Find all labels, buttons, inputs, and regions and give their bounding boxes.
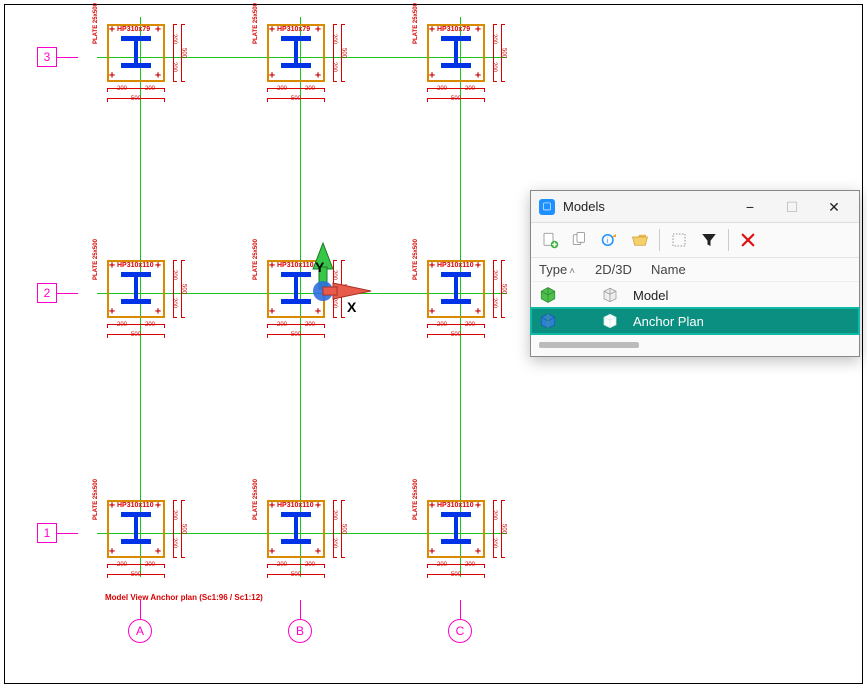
baseplate-a3[interactable]: ++ ++ HP310x79 PLATE 25x500 200200 500 2… (97, 14, 183, 100)
models-toolbar: i (531, 223, 859, 258)
row-label-2: 2 (37, 283, 57, 303)
col-label-b: B (288, 619, 312, 643)
view-caption: Model View Anchor plan (Sc1:96 / Sc1:12) (105, 593, 263, 602)
info-button[interactable]: i (597, 227, 623, 253)
filter-button[interactable] (696, 227, 722, 253)
toolbar-separator-2 (728, 229, 729, 251)
model-name: Anchor Plan (633, 314, 851, 329)
baseplate-b2[interactable]: ++ ++ HP310x110 PLATE 25x500 200200 500 … (257, 250, 343, 336)
close-button[interactable]: ✕ (813, 193, 855, 221)
section-tag: HP310x79 (117, 26, 150, 33)
models-titlebar[interactable]: ▢ Models − ☐ ✕ (531, 191, 859, 223)
delete-button[interactable] (735, 227, 761, 253)
select-area-button[interactable] (666, 227, 692, 253)
baseplate-a2[interactable]: ++ ++ HP310x110 PLATE 25x500 200200 500 … (97, 250, 183, 336)
cube-icon (601, 312, 619, 330)
new-model-button[interactable] (537, 227, 563, 253)
panel-app-icon: ▢ (539, 199, 555, 215)
ucs-y-text: Y (315, 259, 324, 275)
model-row-model[interactable]: Model (531, 282, 859, 308)
model-3d-green-icon (539, 286, 557, 304)
model-name: Model (633, 288, 851, 303)
baseplate-c1[interactable]: ++ ++ HP310x110 PLATE 25x500 200200 500 … (417, 490, 503, 576)
plate-side-label: PLATE 25x500 (93, 3, 99, 44)
baseplate-b1[interactable]: ++ ++ HP310x110 PLATE 25x500 200200 500 … (257, 490, 343, 576)
maximize-button[interactable]: ☐ (771, 193, 813, 221)
scroll-indicator[interactable] (539, 342, 639, 348)
panel-title: Models (563, 199, 729, 214)
ucs-x-text: X (347, 299, 356, 315)
col-label-a: A (128, 619, 152, 643)
duplicate-model-button[interactable] (567, 227, 593, 253)
open-folder-button[interactable] (627, 227, 653, 253)
models-header-row[interactable]: Type˄ 2D/3D Name (531, 258, 859, 282)
toolbar-separator (659, 229, 660, 251)
baseplate-c2[interactable]: ++ ++ HP310x110 PLATE 25x500 200200 500 … (417, 250, 503, 336)
panel-statusbar (531, 334, 859, 356)
col-type[interactable]: Type˄ (539, 262, 591, 277)
cube-icon (601, 286, 619, 304)
col-label-c: C (448, 619, 472, 643)
col-name[interactable]: Name (651, 262, 686, 277)
baseplate-b3[interactable]: ++ ++ HP310x79 PLATE 25x500 200200 500 2… (257, 14, 343, 100)
models-list: Model Anchor Plan (531, 282, 859, 334)
baseplate-a1[interactable]: ++ ++ HP310x110 PLATE 25x500 200200 500 … (97, 490, 183, 576)
models-panel[interactable]: ▢ Models − ☐ ✕ i Type˄ 2D/3D N (530, 190, 860, 357)
model-3d-blue-icon (539, 312, 557, 330)
model-row-anchor-plan[interactable]: Anchor Plan (531, 308, 859, 334)
baseplate-c3[interactable]: ++ ++ HP310x79 PLATE 25x500 200200 500 2… (417, 14, 503, 100)
svg-text:i: i (607, 236, 609, 245)
row-label-1: 1 (37, 523, 57, 543)
minimize-button[interactable]: − (729, 193, 771, 221)
row-label-3: 3 (37, 47, 57, 67)
col-2d3d[interactable]: 2D/3D (595, 262, 647, 277)
